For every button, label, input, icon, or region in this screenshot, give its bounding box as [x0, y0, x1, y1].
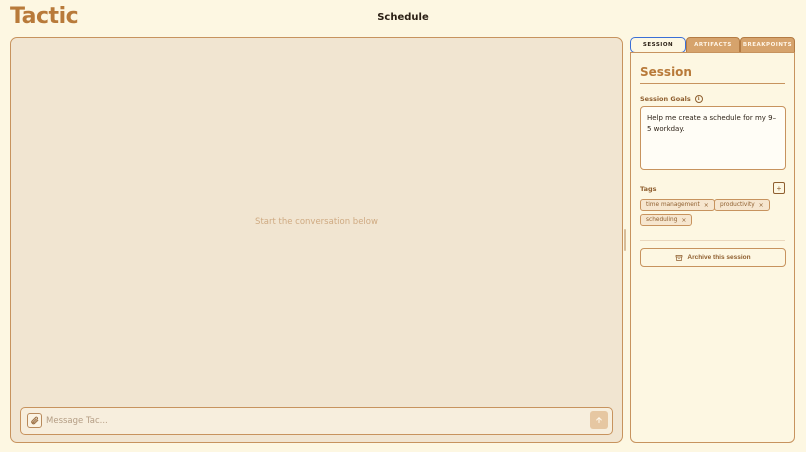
tags-label: Tags	[640, 185, 657, 193]
send-button[interactable]	[590, 411, 608, 429]
side-panel-tabs: SESSION ARTIFACTS BREAKPOINTS	[630, 37, 795, 53]
message-input[interactable]	[46, 412, 576, 429]
arrow-up-icon	[596, 416, 602, 424]
session-goals-label: Session Goals i	[640, 95, 703, 103]
empty-conversation-hint: Start the conversation below	[255, 217, 378, 227]
page-title: Schedule	[377, 12, 429, 23]
tag-label: scheduling	[646, 217, 678, 223]
tag-label: productivity	[720, 202, 755, 208]
archive-session-label: Archive this session	[687, 254, 751, 261]
tab-breakpoints[interactable]: BREAKPOINTS	[740, 37, 795, 53]
message-composer	[20, 407, 613, 435]
attach-button[interactable]	[27, 413, 42, 428]
paperclip-icon	[31, 416, 39, 425]
tab-session[interactable]: SESSION	[630, 37, 686, 53]
add-tag-button[interactable]: +	[773, 182, 785, 194]
archive-icon	[676, 254, 683, 261]
tag-remove-icon[interactable]: ×	[681, 217, 686, 224]
session-panel: Session Session Goals i Help me create a…	[630, 52, 795, 443]
tag-remove-icon[interactable]: ×	[759, 202, 764, 209]
session-goals-label-text: Session Goals	[640, 95, 691, 103]
tag-chip: productivity ×	[714, 199, 770, 211]
archive-session-button[interactable]: Archive this session	[640, 248, 786, 267]
tab-artifacts[interactable]: ARTIFACTS	[686, 37, 740, 53]
info-icon[interactable]: i	[694, 95, 703, 103]
chat-panel: Start the conversation below	[10, 37, 623, 443]
session-goals-field[interactable]: Help me create a schedule for my 9–5 wor…	[640, 106, 786, 170]
tag-chip: scheduling ×	[640, 214, 693, 226]
tag-remove-icon[interactable]: ×	[704, 202, 709, 209]
divider	[640, 240, 785, 241]
panel-resize-handle[interactable]	[624, 229, 626, 251]
tag-label: time management	[646, 202, 700, 208]
session-heading: Session	[640, 65, 785, 84]
tag-chip: time management ×	[640, 199, 715, 211]
